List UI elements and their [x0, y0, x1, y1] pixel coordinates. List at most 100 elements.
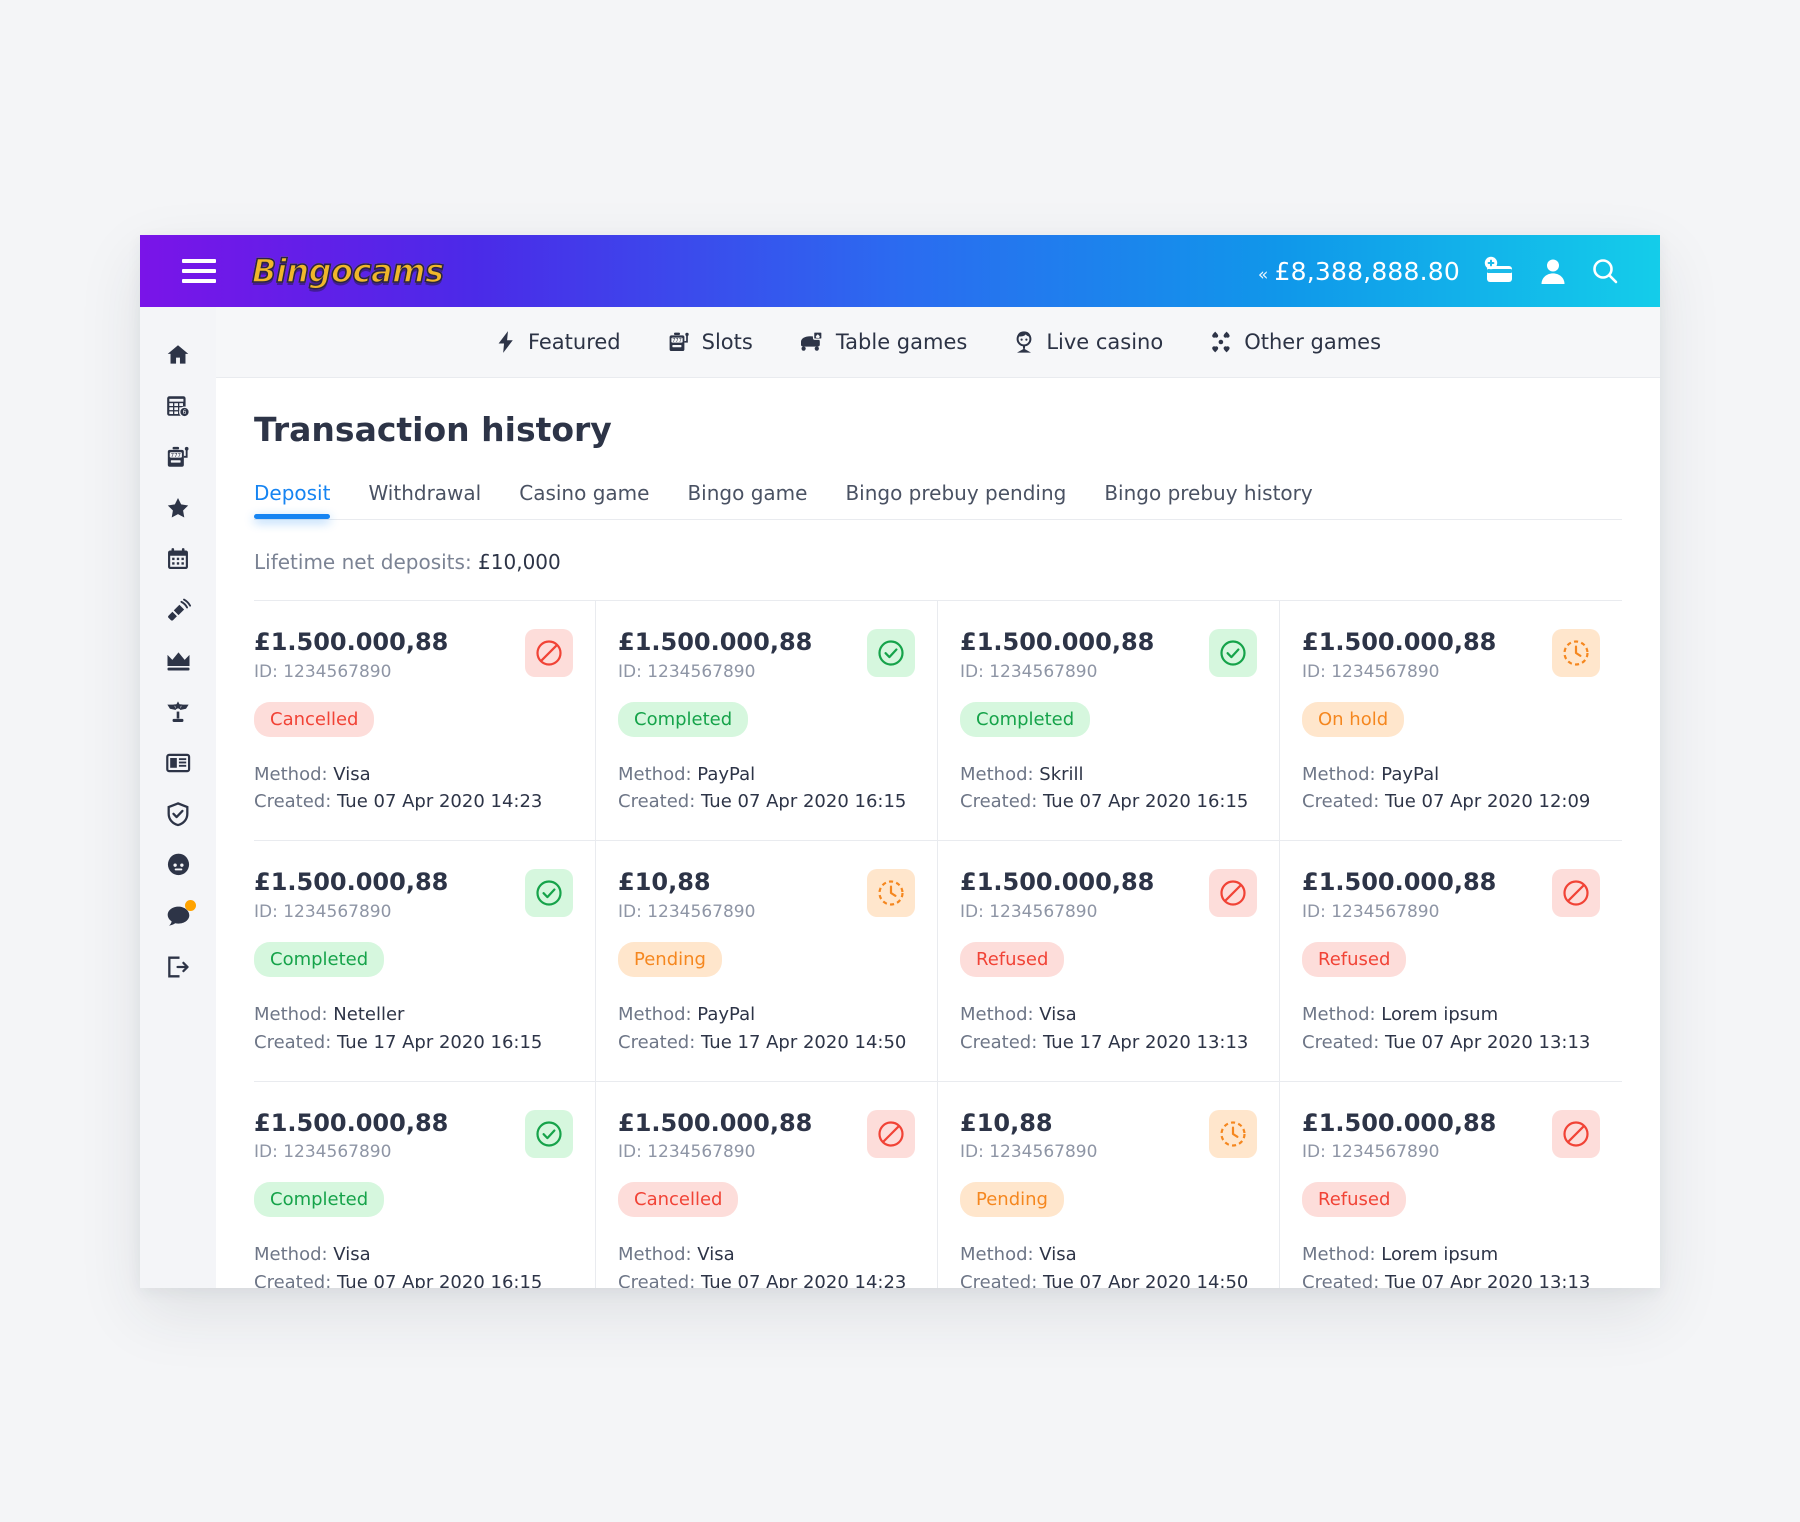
search-icon[interactable]: [1590, 256, 1620, 286]
transaction-card[interactable]: £1.500.000,88 ID: 1234567890 Refused Method…: [1280, 1082, 1622, 1288]
tab-casino-game[interactable]: Casino game: [519, 481, 649, 519]
transaction-method: Method: Neteller: [254, 1003, 405, 1025]
slot-machine-icon: 777: [167, 446, 189, 467]
table-games-icon: [800, 331, 823, 351]
transaction-card[interactable]: £10,88 ID: 1234567890 Pending Method: PayPa…: [596, 841, 938, 1082]
clock-icon: [1209, 1109, 1257, 1158]
nav-label: Table games: [835, 330, 968, 354]
transaction-meta: Method: Lorem ipsum Created: Tue 07 Apr 2…: [1302, 1001, 1600, 1057]
tab-bingo-prebuy-pending[interactable]: Bingo prebuy pending: [845, 481, 1066, 519]
transaction-method: Method: Visa: [960, 1244, 1077, 1266]
transaction-header: £1.500.000,88 ID: 1234567890: [618, 628, 915, 682]
transaction-card[interactable]: £1.500.000,88 ID: 1234567890 Completed Meth…: [938, 601, 1280, 842]
sidebar-item-calendar[interactable]: [140, 533, 216, 584]
wallet-add-icon[interactable]: [1482, 256, 1516, 286]
sidebar-item-home[interactable]: [140, 329, 216, 380]
nav-label: Featured: [527, 330, 621, 354]
sidebar-item-promotions[interactable]: [140, 584, 216, 635]
transaction-card[interactable]: £1.500.000,88 ID: 1234567890 Completed Meth…: [596, 601, 938, 842]
sidebar-item-logout[interactable]: [140, 941, 216, 992]
transaction-created: Created: Tue 07 Apr 2020 13:13: [1302, 1031, 1591, 1053]
clock-icon: [1552, 629, 1600, 677]
transaction-card[interactable]: £1.500.000,88 ID: 1234567890 On hold Method…: [1280, 601, 1622, 842]
transaction-amount: £1.500.000,88: [1302, 868, 1497, 897]
transaction-identity: £1.500.000,88 ID: 1234567890: [618, 628, 813, 682]
game-category-nav: Featured 777 Slots Table games Live casi…: [216, 307, 1660, 378]
nav-item-live-casino[interactable]: Live casino: [1013, 330, 1163, 354]
transaction-id: ID: 1234567890: [618, 901, 756, 922]
transaction-id: ID: 1234567890: [1302, 901, 1440, 922]
transaction-meta: Method: Visa Created: Tue 07 Apr 2020 14:…: [618, 1241, 915, 1288]
nav-label: Live casino: [1046, 330, 1164, 354]
transaction-card[interactable]: £1.500.000,88 ID: 1234567890 Completed Meth…: [254, 841, 596, 1082]
status-badge: Pending: [618, 941, 722, 977]
tab-bingo-game[interactable]: Bingo game: [687, 481, 807, 519]
transaction-meta: Method: Visa Created: Tue 07 Apr 2020 16:…: [254, 1241, 573, 1288]
transaction-tabs: Deposit Withdrawal Casino game Bingo gam…: [254, 481, 1622, 519]
live-dealer-icon: [1016, 331, 1032, 353]
transaction-amount: £1.500.000,88: [1302, 1108, 1497, 1137]
status-badge: Cancelled: [254, 701, 375, 737]
transaction-amount: £10,88: [960, 1108, 1053, 1137]
user-icon[interactable]: [1538, 256, 1568, 286]
transaction-card[interactable]: £1.500.000,88 ID: 1234567890 Refused Method…: [938, 841, 1280, 1082]
transaction-card[interactable]: £1.500.000,88 ID: 1234567890 Cancelled Meth…: [254, 601, 596, 842]
hamburger-icon[interactable]: [182, 259, 216, 283]
newspaper-icon: [165, 753, 190, 772]
site-logo[interactable]: Bingocams: [251, 251, 445, 291]
sidebar-item-news[interactable]: [140, 737, 216, 788]
sidebar-item-bingo[interactable]: 6: [140, 380, 216, 431]
sidebar-item-favourites[interactable]: [140, 482, 216, 533]
transaction-created: Created: Tue 07 Apr 2020 14:50: [960, 1272, 1249, 1288]
svg-text:777: 777: [171, 452, 181, 458]
transaction-created: Created: Tue 17 Apr 2020 13:13: [960, 1031, 1249, 1053]
nav-item-slots[interactable]: 777 Slots: [667, 330, 753, 354]
transaction-method: Method: PayPal: [618, 1003, 756, 1025]
transaction-amount: £1.500.000,88: [618, 628, 813, 656]
browser-window: Bingocams « £8,388,888.80 6 777 Featured…: [140, 235, 1660, 1288]
status-badge: Cancelled: [618, 1182, 739, 1218]
main-content: Transaction history Deposit Withdrawal C…: [216, 378, 1660, 1288]
transaction-card[interactable]: £1.500.000,88 ID: 1234567890 Cancelled Meth…: [596, 1081, 938, 1288]
sidebar-item-vip[interactable]: [140, 635, 216, 686]
nav-item-other-games[interactable]: Other games: [1209, 330, 1381, 354]
sidebar-item-tournaments[interactable]: [140, 686, 216, 737]
transaction-id: ID: 1234567890: [618, 661, 756, 682]
lifetime-value: £10,000: [478, 550, 561, 574]
transaction-amount: £1.500.000,88: [960, 868, 1155, 897]
transaction-method: Method: Visa: [254, 763, 371, 785]
transaction-method: Method: Visa: [618, 1244, 735, 1266]
transaction-id: ID: 1234567890: [254, 901, 392, 922]
transaction-meta: Method: PayPal Created: Tue 07 Apr 2020 1…: [1302, 761, 1600, 817]
transaction-id: ID: 1234567890: [960, 1142, 1098, 1163]
transaction-id: ID: 1234567890: [1302, 1142, 1440, 1163]
lifetime-net-deposits: Lifetime net deposits: £10,000: [254, 550, 1622, 574]
tab-deposit[interactable]: Deposit: [254, 481, 331, 519]
balance-display[interactable]: « £8,388,888.80: [1258, 257, 1460, 286]
status-badge: Refused: [960, 941, 1065, 977]
transaction-amount: £1.500.000,88: [960, 628, 1155, 656]
transaction-header: £1.500.000,88 ID: 1234567890: [254, 628, 573, 682]
transaction-meta: Method: Visa Created: Tue 07 Apr 2020 14:…: [960, 1241, 1257, 1288]
screenshot-root: Bingocams « £8,388,888.80 6 777 Featured…: [0, 0, 1800, 1522]
transaction-amount: £1.500.000,88: [254, 1108, 449, 1137]
check-icon: [525, 869, 573, 918]
transaction-id: ID: 1234567890: [254, 661, 392, 682]
transaction-card[interactable]: £10,88 ID: 1234567890 Pending Method: Visa C…: [938, 1081, 1280, 1288]
nav-item-featured[interactable]: Featured: [495, 330, 621, 354]
transaction-identity: £1.500.000,88 ID: 1234567890: [254, 1108, 449, 1162]
unread-badge: [185, 900, 196, 911]
sidebar-item-messages[interactable]: [140, 890, 216, 941]
page-title: Transaction history: [254, 410, 612, 449]
transaction-created: Created: Tue 07 Apr 2020 16:15: [960, 791, 1249, 813]
sidebar-item-slots[interactable]: 777: [140, 431, 216, 482]
transaction-card[interactable]: £1.500.000,88 ID: 1234567890 Completed Meth…: [254, 1081, 596, 1288]
transaction-card[interactable]: £1.500.000,88 ID: 1234567890 Refused Method…: [1280, 841, 1622, 1082]
sidebar-item-profile[interactable]: [140, 839, 216, 890]
sidebar-item-safer-gaming[interactable]: [140, 788, 216, 839]
tab-bingo-prebuy-history[interactable]: Bingo prebuy history: [1104, 481, 1312, 519]
transaction-header: £1.500.000,88 ID: 1234567890: [254, 1108, 573, 1162]
tab-withdrawal[interactable]: Withdrawal: [368, 481, 481, 519]
nav-item-table-games[interactable]: Table games: [799, 330, 968, 354]
logout-icon: [168, 956, 189, 977]
